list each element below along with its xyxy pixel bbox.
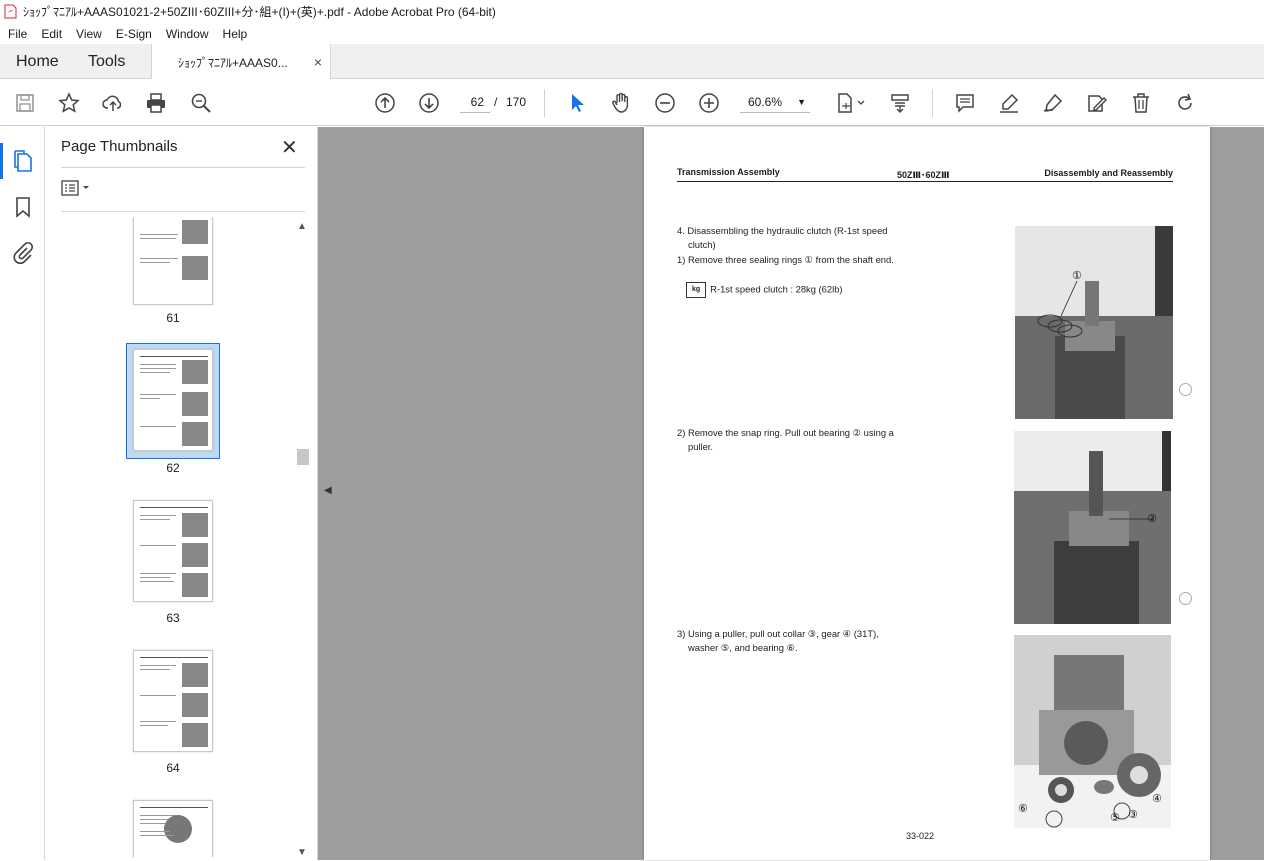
page-header-section: Transmission Assembly [677, 167, 780, 177]
callout-2: ② [1147, 513, 1157, 525]
callout-6: ⑥ [1018, 803, 1028, 815]
title-bar: ｼｮｯﾌﾟﾏﾆｱﾙ+AAAS01021-2+50ZIII･60ZIII+分･組+… [0, 0, 1264, 23]
tab-tools[interactable]: Tools [88, 44, 125, 79]
thumbnail-scrollbar[interactable]: ▲ ▼ [296, 221, 310, 861]
thumbnail-label: 64 [166, 761, 180, 775]
previous-page-icon[interactable] [372, 90, 398, 116]
divider [61, 167, 305, 168]
collapse-panel-icon[interactable]: ◀ [324, 485, 332, 496]
acrobat-icon [4, 4, 17, 19]
close-panel-icon[interactable]: ✕ [281, 135, 298, 160]
bookmarks-icon[interactable] [11, 195, 35, 219]
step-1-text: 1) Remove three sealing rings ① from the… [677, 254, 894, 265]
scroll-mode-icon[interactable] [887, 90, 913, 116]
thumbnail-page-64[interactable] [133, 650, 213, 752]
toolbar-divider [932, 89, 933, 117]
list-options-icon [61, 180, 89, 196]
attachments-paperclip-icon[interactable] [11, 241, 35, 265]
header-rule [677, 181, 1173, 182]
divider [61, 211, 305, 212]
page-link-marker[interactable] [1179, 383, 1192, 396]
delete-trash-icon[interactable] [1128, 90, 1154, 116]
step-4-heading: 4. Disassembling the hydraulic clutch (R… [677, 225, 888, 236]
tab-document-label: ｼｮｯﾌﾟﾏﾆｱﾙ+AAAS0... [178, 55, 288, 70]
page-separator: / [494, 95, 498, 109]
close-tab-icon[interactable]: × [314, 54, 322, 70]
pdf-page: Transmission Assembly 50ZⅢ･60ZⅢ Disassem… [644, 127, 1210, 860]
callout-1: ① [1072, 270, 1082, 282]
page-header-chapter: Disassembly and Reassembly [1044, 168, 1173, 178]
thumbnail-options-button[interactable] [61, 180, 91, 199]
next-page-icon[interactable] [416, 90, 442, 116]
upload-cloud-icon[interactable] [100, 90, 126, 116]
window-title: ｼｮｯﾌﾟﾏﾆｱﾙ+AAAS01021-2+50ZIII･60ZIII+分･組+… [23, 5, 496, 19]
thumbnail-label: 61 [166, 311, 180, 325]
menu-bar: File Edit View E-Sign Window Help [0, 23, 1264, 44]
tab-home[interactable]: Home [16, 44, 59, 79]
step-2-text: 2) Remove the snap ring. Pull out bearin… [677, 427, 894, 438]
scrollbar-thumb[interactable] [297, 449, 309, 465]
print-icon[interactable] [143, 90, 169, 116]
zoom-level-value: 60.6% [748, 95, 783, 109]
step-3-text-cont: washer ⑤, and bearing ⑥. [688, 642, 798, 653]
menu-edit[interactable]: Edit [41, 27, 62, 41]
tab-bar: Home Tools ｼｮｯﾌﾟﾏﾆｱﾙ+AAAS0... × [0, 44, 1264, 80]
callout-4: ④ [1152, 793, 1162, 805]
fill-sign-icon[interactable] [1084, 90, 1110, 116]
bookmark-star-icon[interactable] [56, 90, 82, 116]
weight-text: R-1st speed clutch : 28kg (62lb) [710, 283, 843, 295]
thumbnail-page-65[interactable] [133, 800, 213, 857]
thumbnail-page-62[interactable] [133, 349, 213, 451]
zoom-level-select[interactable]: 60.6% ▼ [740, 91, 810, 113]
thumbnail-label: 62 [166, 461, 180, 475]
hand-tool-icon[interactable] [608, 90, 634, 116]
zoom-in-icon[interactable] [696, 90, 722, 116]
tab-document[interactable]: ｼｮｯﾌﾟﾏﾆｱﾙ+AAAS0... × [151, 44, 331, 80]
callout-3: ③ [1128, 809, 1138, 821]
callout-5: ⑤ [1110, 812, 1120, 824]
menu-view[interactable]: View [76, 27, 102, 41]
scroll-up-icon[interactable]: ▲ [297, 221, 307, 232]
page-fit-icon[interactable] [833, 90, 869, 116]
photo-disassembled-parts [1014, 635, 1171, 828]
redo-rotate-icon[interactable] [1172, 90, 1198, 116]
thumbnail-page-63[interactable] [133, 500, 213, 602]
photo-bearing-puller [1014, 431, 1171, 624]
menu-esign[interactable]: E-Sign [116, 27, 152, 41]
panel-title: Page Thumbnails [61, 138, 178, 155]
thumbnail-page-61[interactable] [133, 217, 213, 305]
zoom-search-icon[interactable] [188, 90, 214, 116]
step-2-text-cont: puller. [688, 441, 714, 452]
thumbnail-label: 63 [166, 611, 180, 625]
thumbnails-panel: Page Thumbnails ✕ 61 62 63 64 ▲ ▼ [45, 127, 318, 860]
weight-note: kg R-1st speed clutch : 28kg (62lb) [686, 282, 843, 298]
page-footer-number: 33-022 [906, 831, 935, 841]
chevron-down-icon: ▼ [797, 97, 806, 107]
select-cursor-icon[interactable] [564, 90, 590, 116]
total-pages: 170 [506, 95, 527, 109]
comment-icon[interactable] [952, 90, 978, 116]
thumbnail-list: 61 62 63 64 [61, 217, 295, 857]
highlight-pen-icon[interactable] [996, 90, 1022, 116]
menu-file[interactable]: File [8, 27, 27, 41]
toolbar-divider [544, 89, 545, 117]
page-number-input[interactable]: 62 [460, 91, 490, 113]
photo-sealing-rings [1015, 226, 1173, 419]
menu-help[interactable]: Help [223, 27, 248, 41]
scroll-down-icon[interactable]: ▼ [297, 847, 307, 858]
step-3-text: 3) Using a puller, pull out collar ③, ge… [677, 628, 879, 639]
weight-icon: kg [686, 282, 707, 298]
save-icon[interactable] [12, 90, 38, 116]
page-header-model: 50ZⅢ･60ZⅢ [897, 170, 950, 180]
toolbar: 62 / 170 60.6% ▼ [0, 79, 1264, 126]
sign-pen-icon[interactable] [1040, 90, 1066, 116]
zoom-out-icon[interactable] [652, 90, 678, 116]
left-navigation-rail [0, 127, 45, 860]
menu-window[interactable]: Window [166, 27, 209, 41]
page-link-marker[interactable] [1179, 592, 1192, 605]
page-thumbnails-icon[interactable] [0, 143, 35, 179]
step-4-heading-cont: clutch) [688, 239, 716, 250]
